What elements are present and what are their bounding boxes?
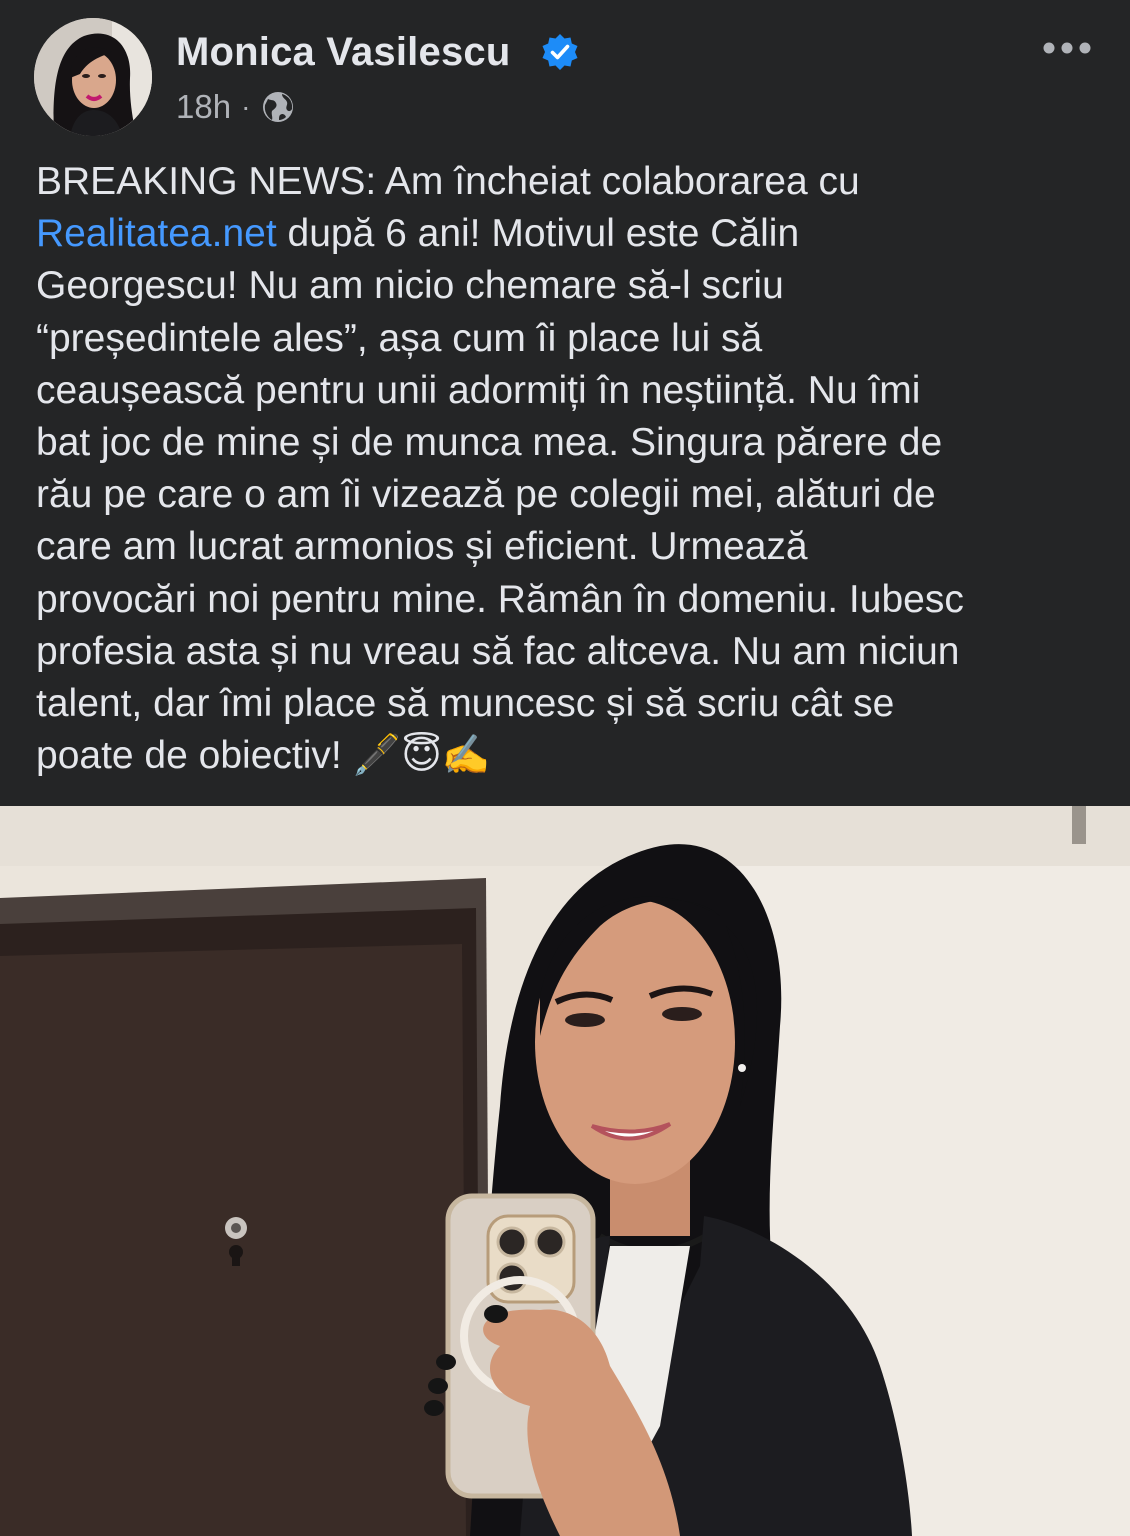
globe-icon[interactable]	[260, 89, 296, 125]
post-text-line: rău pe care o am îi vizează pe colegii m…	[36, 473, 936, 517]
post-meta: 18h ·	[176, 86, 296, 128]
post-text-segment: după 6 ani! Motivul este Călin	[276, 212, 800, 256]
post-text-line: provocări noi pentru mine. Rămân în dome…	[36, 577, 964, 621]
author-avatar[interactable]	[34, 18, 152, 136]
post-text-line: poate de obiectiv! 🖋️😇✍️	[36, 730, 1106, 782]
post-photo[interactable]	[0, 806, 1130, 1536]
post-text-line: Realitatea.net după 6 ani! Motivul este …	[36, 208, 1106, 260]
writing-hand-emoji: ✍️	[441, 733, 491, 779]
mirror-selfie-image	[0, 806, 1130, 1536]
post-text-line: talent, dar îmi place să muncesc și să s…	[36, 681, 895, 725]
post-text-line: ceaușească pentru unii adormiți în nești…	[36, 368, 921, 412]
verified-badge-icon	[542, 34, 578, 70]
post-text-line: care am lucrat armonios și eficient. Urm…	[36, 525, 808, 569]
post-text-line: BREAKING NEWS: Am încheiat colaborarea c…	[36, 160, 860, 203]
post-timestamp[interactable]: 18h	[176, 88, 231, 126]
smiling-face-halo-emoji: 😇	[401, 733, 442, 779]
meta-separator: ·	[241, 91, 251, 122]
more-options-icon	[1043, 42, 1091, 54]
post-text-segment: poate de obiectiv!	[36, 734, 353, 778]
realitatea-link[interactable]: Realitatea.net	[36, 212, 277, 255]
post-text-line: Georgescu! Nu am nicio chemare să-l scri…	[36, 264, 784, 308]
fountain-pen-emoji: 🖋️	[352, 733, 402, 779]
post-header: Monica Vasilescu 18h ·	[0, 0, 1130, 150]
post-text: BREAKING NEWS: Am încheiat colaborarea c…	[36, 156, 1106, 782]
post-text-line: bat joc de mine și de munca mea. Singura…	[36, 420, 943, 464]
avatar-portrait-image	[34, 18, 152, 136]
post-text-line: “președintele ales”, așa cum îi place lu…	[36, 316, 763, 360]
more-options-button[interactable]	[1034, 30, 1100, 66]
author-name[interactable]: Monica Vasilescu	[176, 26, 510, 78]
post-text-line: profesia asta și nu vreau să fac altceva…	[36, 629, 960, 673]
